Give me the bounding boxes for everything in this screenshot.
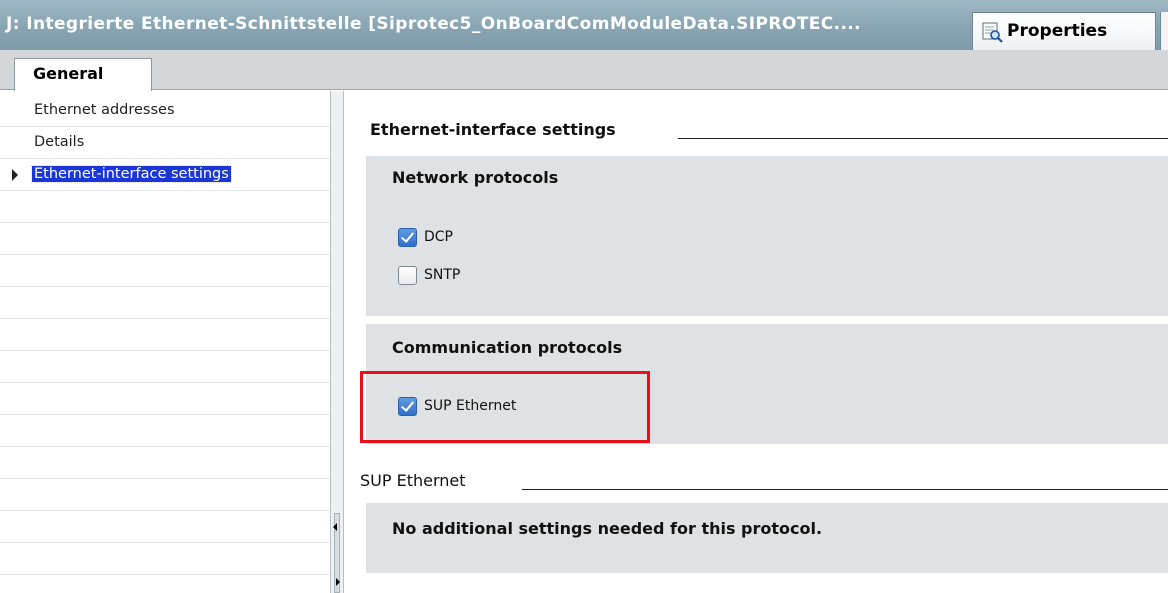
nav-item-ethernet-interface-settings[interactable]: Ethernet-interface settings (0, 159, 330, 191)
nav-empty-row (0, 415, 330, 447)
window-title: J: Integrierte Ethernet-Schnittstelle [S… (6, 14, 862, 34)
nav-item-label: Ethernet-interface settings (31, 165, 232, 183)
sup-ethernet-settings-group: No additional settings needed for this p… (366, 503, 1168, 573)
nav-item-label: Ethernet addresses (34, 102, 175, 118)
dcp-checkbox[interactable] (398, 228, 417, 247)
properties-tab-label: Properties (1007, 21, 1108, 41)
sup-ethernet-divider (522, 489, 1168, 490)
nav-empty-row (0, 511, 330, 543)
left-navigation: Ethernet addresses Details Ethernet-inte… (0, 91, 330, 593)
expand-arrow-icon[interactable] (12, 169, 18, 181)
nav-empty-row (0, 543, 330, 575)
nav-empty-row (0, 479, 330, 511)
title-bar: J: Integrierte Ethernet-Schnittstelle [S… (0, 0, 1168, 50)
nav-empty-row (0, 255, 330, 287)
nav-empty-row (0, 383, 330, 415)
properties-tab[interactable]: Properties (972, 12, 1156, 50)
properties-content: Ethernet-interface settings Network prot… (344, 91, 1168, 593)
panel-splitter[interactable] (330, 91, 344, 593)
highlight-annotation (360, 371, 650, 443)
collapse-left-icon[interactable] (333, 523, 337, 531)
tab-general-label: General (33, 64, 104, 83)
sup-ethernet-section-title: SUP Ethernet (360, 471, 466, 490)
communication-protocols-title: Communication protocols (392, 338, 623, 357)
sntp-option[interactable]: SNTP (398, 266, 498, 288)
sntp-label: SNTP (424, 267, 461, 283)
nav-item-details[interactable]: Details (0, 127, 330, 159)
sntp-checkbox[interactable] (398, 266, 417, 285)
nav-empty-row (0, 351, 330, 383)
network-protocols-title: Network protocols (392, 168, 559, 187)
properties-icon (982, 22, 1003, 43)
expand-right-icon[interactable] (336, 578, 340, 586)
tab-strip: General (0, 50, 1168, 91)
dcp-option[interactable]: DCP (398, 228, 498, 250)
network-protocols-group: Network protocols DCP SNTP (366, 156, 1168, 316)
nav-empty-row (0, 287, 330, 319)
nav-empty-row (0, 447, 330, 479)
nav-item-label: Details (34, 134, 85, 150)
nav-empty-row (0, 191, 330, 223)
tab-general[interactable]: General (14, 58, 152, 91)
section-title: Ethernet-interface settings (370, 120, 616, 139)
no-settings-message: No additional settings needed for this p… (392, 519, 823, 538)
section-divider (678, 138, 1168, 139)
dcp-label: DCP (424, 229, 453, 245)
nav-item-ethernet-addresses[interactable]: Ethernet addresses (0, 95, 330, 127)
next-tab-stub[interactable] (1160, 12, 1168, 50)
nav-empty-row (0, 319, 330, 351)
nav-empty-row (0, 223, 330, 255)
